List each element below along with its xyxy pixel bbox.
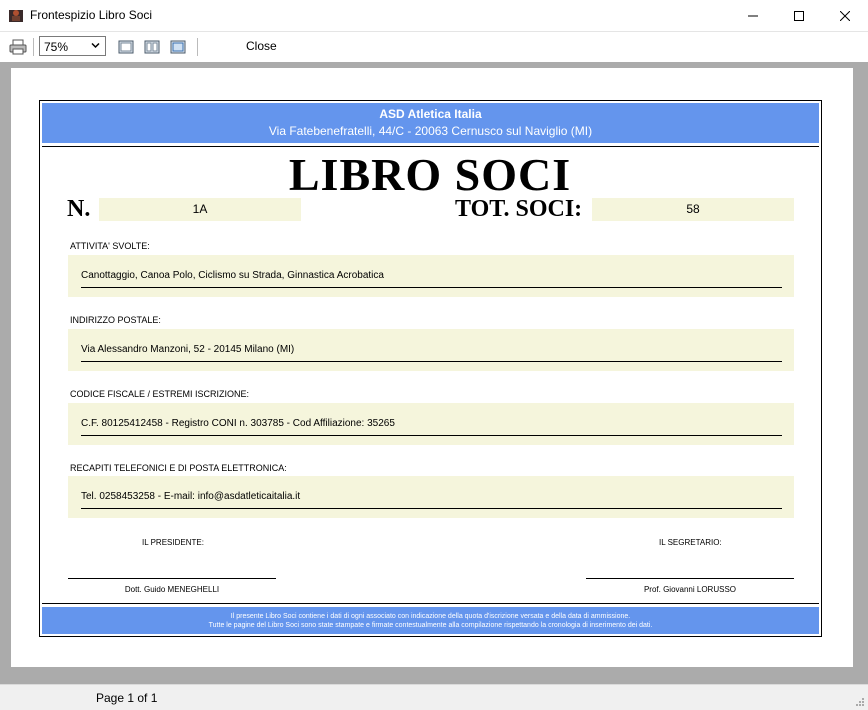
three-page-button[interactable] (168, 37, 188, 57)
footer-rule (42, 603, 819, 604)
field-underline (81, 361, 782, 362)
footer-line-1: Il presente Libro Soci contiene i dati d… (230, 613, 631, 620)
contacts-field: Tel. 0258453258 - E-mail: info@asdatleti… (68, 476, 794, 518)
total-value: 58 (686, 202, 700, 216)
number-label: N. (67, 196, 91, 222)
total-label: TOT. SOCI: (455, 196, 583, 222)
close-icon (840, 10, 850, 21)
field-underline (81, 287, 782, 288)
close-window-button[interactable] (822, 0, 868, 31)
organization-address: Via Fatebenefratelli, 44/C - 20063 Cernu… (268, 124, 593, 138)
two-page-icon (144, 40, 160, 54)
maximize-icon (794, 10, 804, 21)
zoom-select[interactable]: 75% (39, 36, 106, 56)
contacts-value: Tel. 0258453258 - E-mail: info@asdatleti… (81, 491, 301, 502)
minimize-icon (748, 15, 758, 16)
contacts-label: RECAPITI TELEFONICI E DI POSTA ELETTRONI… (70, 463, 287, 473)
app-icon (9, 10, 23, 22)
window-title: Frontespizio Libro Soci (30, 8, 153, 22)
close-button[interactable]: Close (246, 39, 277, 53)
number-field: 1A (99, 198, 301, 221)
field-underline (81, 435, 782, 436)
fiscal-code-field: C.F. 80125412458 - Registro CONI n. 3037… (68, 403, 794, 445)
page-indicator: Page 1 of 1 (96, 691, 158, 705)
one-page-icon (118, 40, 134, 54)
activities-field: Canottaggio, Canoa Polo, Ciclismo su Str… (68, 255, 794, 297)
resize-grip-icon[interactable] (855, 697, 865, 707)
footer-line-2: Tutte le pagine del Libro Soci sono stat… (208, 622, 653, 629)
zoom-value: 75% (44, 40, 69, 54)
president-label: IL PRESIDENTE: (142, 538, 204, 547)
header-rule (42, 146, 819, 147)
activities-label: ATTIVITA' SVOLTE: (70, 241, 150, 251)
postal-address-label: INDIRIZZO POSTALE: (70, 315, 161, 325)
minimize-button[interactable] (730, 0, 776, 31)
footer-band: Il presente Libro Soci contiene i dati d… (42, 607, 819, 634)
president-signature-line (68, 578, 276, 579)
number-value: 1A (192, 202, 208, 216)
toolbar-separator (33, 38, 34, 56)
status-bar: Page 1 of 1 (0, 684, 868, 710)
three-page-icon (170, 40, 186, 54)
print-icon (9, 39, 27, 55)
secretary-name: Prof. Giovanni LORUSSO (643, 585, 737, 594)
print-button[interactable] (8, 37, 28, 57)
toolbar (0, 32, 868, 62)
fiscal-code-label: CODICE FISCALE / ESTREMI ISCRIZIONE: (70, 389, 250, 399)
postal-address-value: Via Alessandro Manzoni, 52 - 20145 Milan… (81, 344, 295, 355)
total-field: 58 (592, 198, 794, 221)
one-page-button[interactable] (116, 37, 136, 57)
secretary-label: IL SEGRETARIO: (659, 538, 722, 547)
postal-address-field: Via Alessandro Manzoni, 52 - 20145 Milan… (68, 329, 794, 371)
secretary-signature-line (586, 578, 794, 579)
page-title: LIBRO SOCI (288, 149, 572, 200)
organization-name: ASD Atletica Italia (379, 107, 482, 121)
chevron-down-icon (91, 42, 100, 49)
title-bar: Frontespizio Libro Soci (0, 0, 868, 32)
header-band: ASD Atletica Italia Via Fatebenefratelli… (42, 103, 819, 143)
two-page-button[interactable] (142, 37, 162, 57)
fiscal-code-value: C.F. 80125412458 - Registro CONI n. 3037… (81, 418, 395, 429)
toolbar-separator (197, 38, 198, 56)
president-name: Dott. Guido MENEGHELLI (124, 585, 220, 594)
field-underline (81, 508, 782, 509)
maximize-button[interactable] (776, 0, 822, 31)
activities-value: Canottaggio, Canoa Polo, Ciclismo su Str… (81, 270, 384, 281)
